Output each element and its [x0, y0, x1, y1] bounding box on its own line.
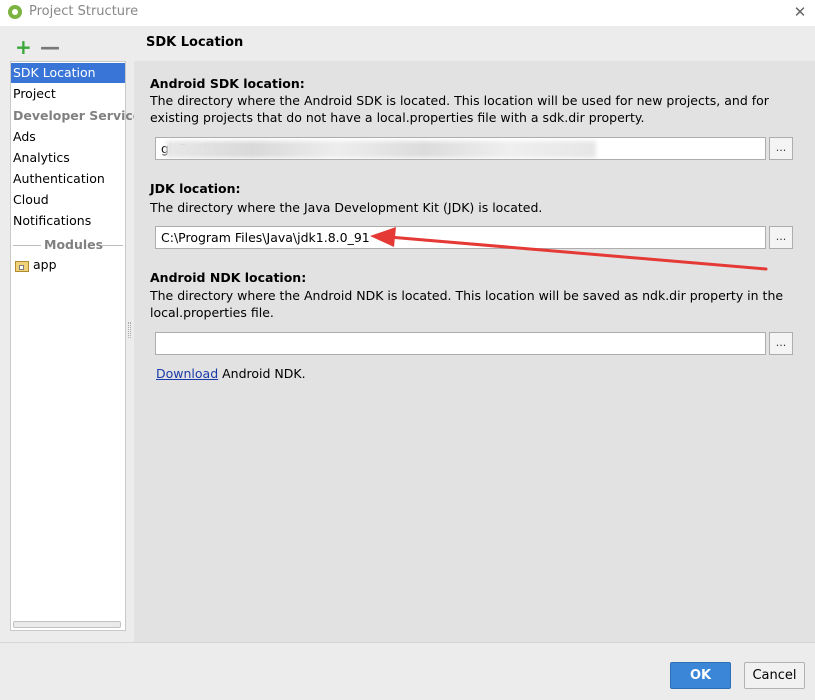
cancel-button[interactable]: Cancel: [744, 662, 805, 689]
remove-icon[interactable]: —: [40, 37, 60, 57]
annotation-arrow-icon: [370, 227, 768, 271]
ok-button[interactable]: OK: [670, 662, 731, 689]
sidebar: SDK Location Project Developer Services …: [10, 61, 149, 631]
sidebar-item-notifications[interactable]: Notifications: [11, 211, 125, 231]
close-icon[interactable]: ✕: [791, 3, 809, 21]
modules-header: Modules: [44, 237, 104, 252]
title-bar: Project Structure ✕: [0, 0, 815, 26]
module-folder-icon: [15, 261, 29, 272]
sidebar-header-developer-services: Developer Services: [13, 108, 149, 123]
sidebar-item-app[interactable]: app: [33, 257, 57, 272]
sidebar-item-sdk-location[interactable]: SDK Location: [11, 63, 125, 83]
sdk-location-panel: Android SDK location: The directory wher…: [134, 61, 815, 642]
separator-line-left: [13, 245, 41, 246]
add-icon[interactable]: +: [15, 37, 32, 57]
sidebar-item-analytics[interactable]: Analytics: [11, 148, 125, 168]
sidebar-horizontal-scrollbar[interactable]: [13, 621, 121, 628]
page-title: SDK Location: [146, 35, 244, 50]
modules-separator: Modules: [11, 235, 125, 255]
sidebar-item-project[interactable]: Project: [11, 84, 125, 104]
sidebar-item-cloud[interactable]: Cloud: [11, 190, 125, 210]
footer-divider: [0, 642, 815, 643]
window-title: Project Structure: [29, 4, 139, 19]
sidebar-item-ads[interactable]: Ads: [11, 127, 125, 147]
splitter-handle[interactable]: [128, 322, 131, 338]
sidebar-item-authentication[interactable]: Authentication: [11, 169, 125, 189]
android-studio-icon: [8, 5, 22, 19]
separator-line-right: [101, 245, 123, 246]
